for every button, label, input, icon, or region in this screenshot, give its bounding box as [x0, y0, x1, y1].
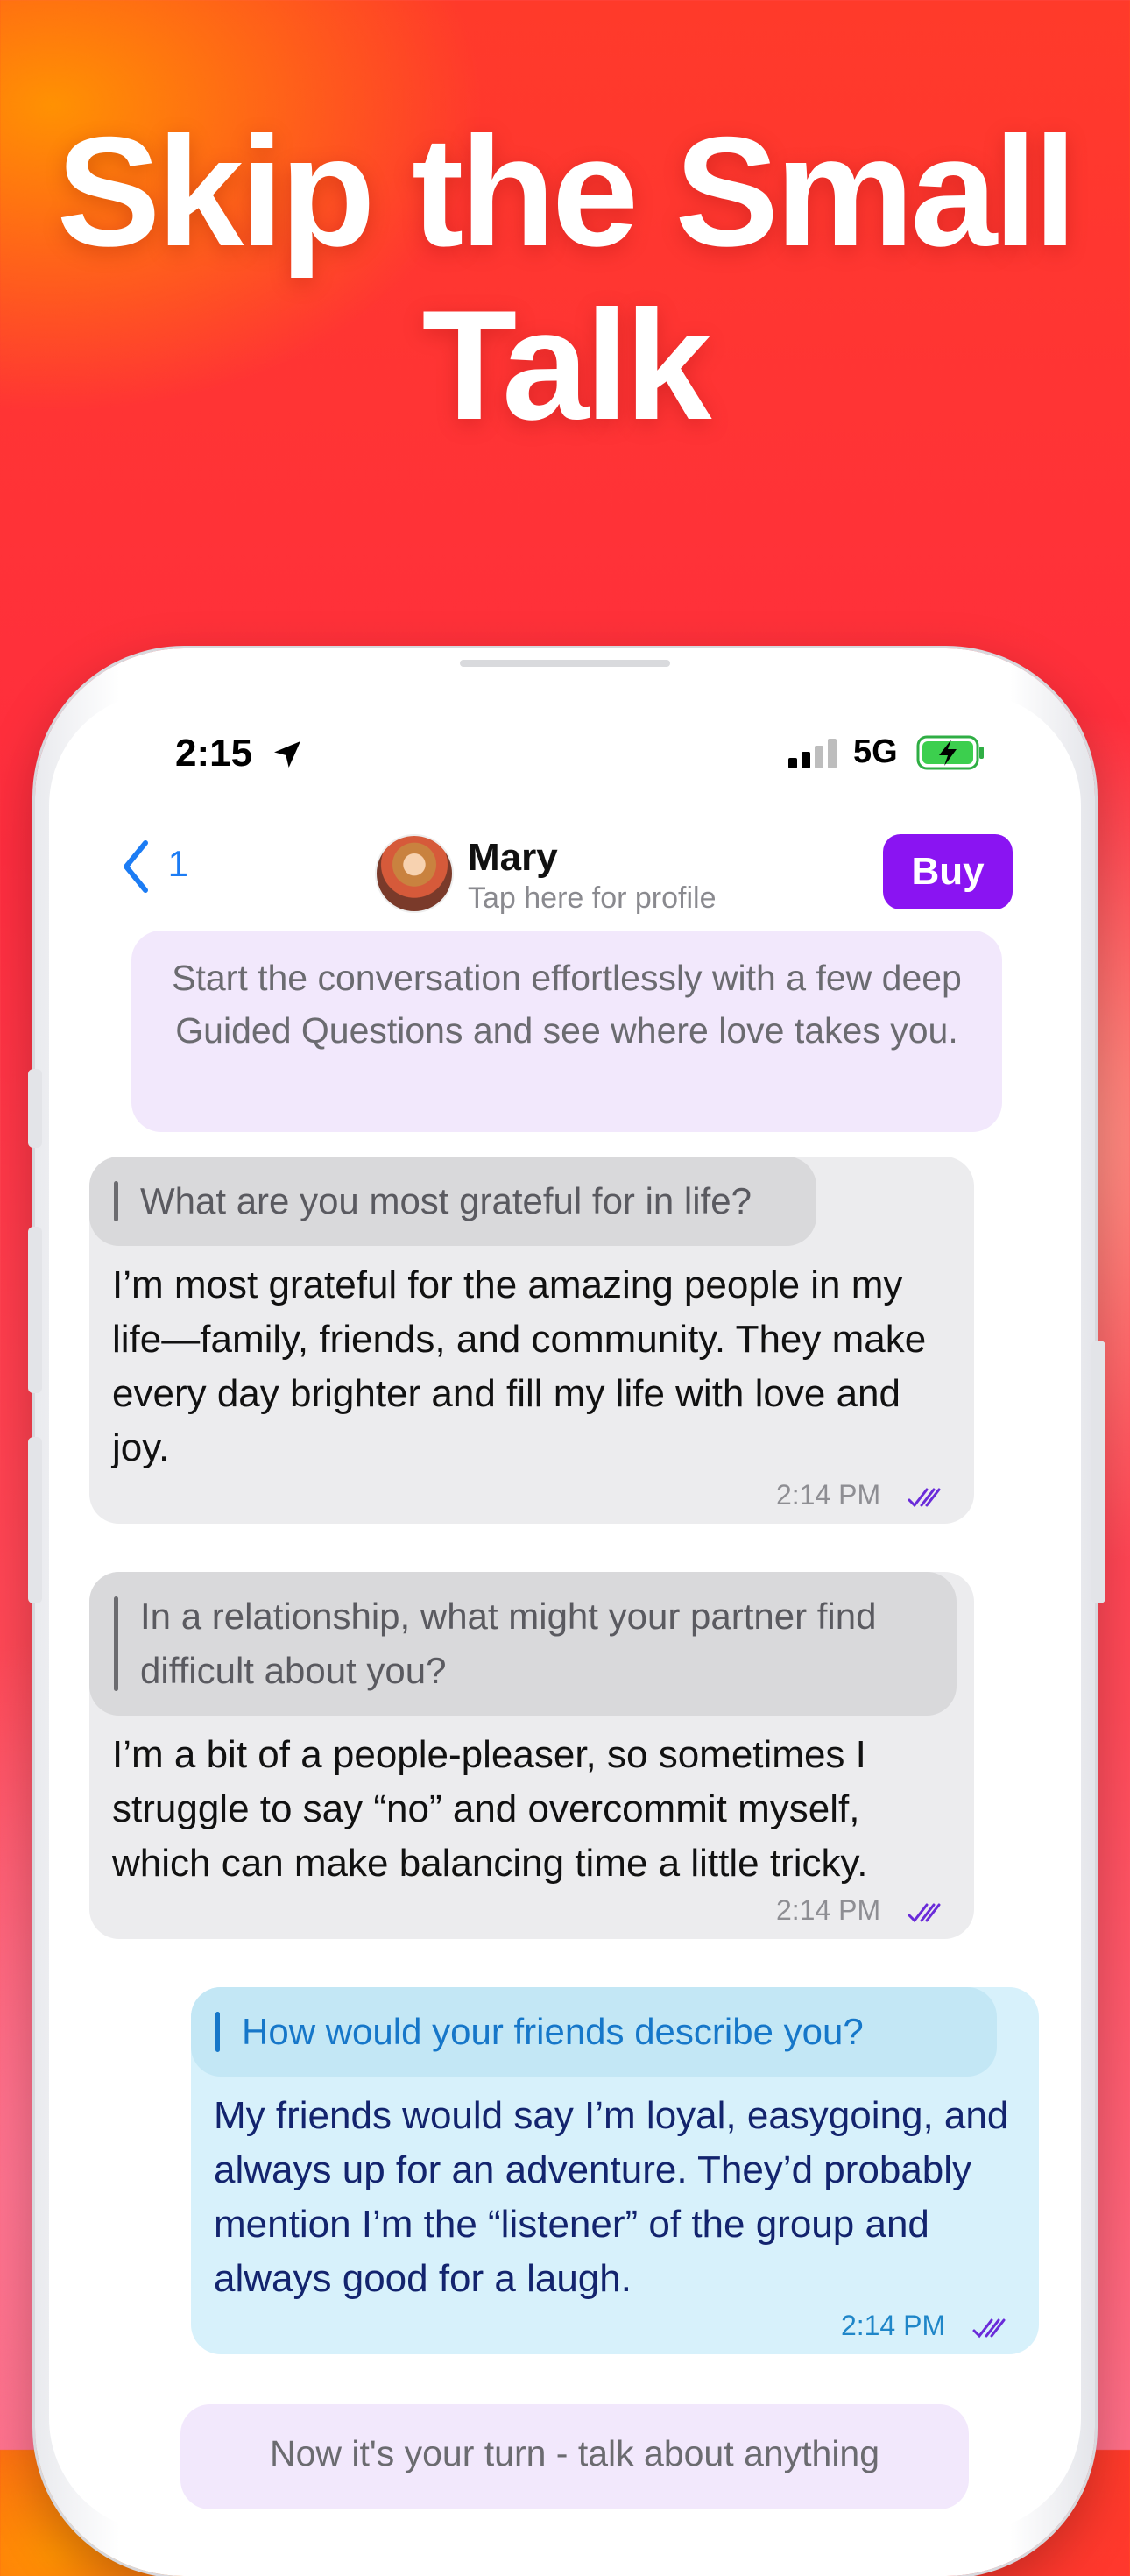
quoted-question: How would your friends describe you? [191, 1987, 997, 2077]
message-bubble-sent[interactable]: How would your friends describe you? My … [191, 1987, 1039, 2354]
message-bubble-received[interactable]: What are you most grateful for in life? … [89, 1157, 974, 1524]
phone-side-button [28, 1069, 42, 1148]
message-meta: 2:14 PM [89, 1891, 974, 1939]
phone-speaker [460, 660, 670, 667]
phone-power-button [1091, 1341, 1105, 1603]
cellular-signal-icon [788, 739, 839, 773]
message-time: 2:14 PM [775, 1894, 881, 1926]
quoted-question: What are you most grateful for in life? [89, 1157, 816, 1246]
chevron-left-icon [124, 840, 148, 893]
contact-profile-link[interactable]: Tap here for profile [468, 881, 717, 916]
headline: Skip the Small Talk [56, 104, 1077, 452]
message-meta: 2:14 PM [191, 2306, 1039, 2354]
message-meta: 2:14 PM [89, 1476, 974, 1524]
network-type: 5G [853, 733, 898, 770]
contact-name[interactable]: Mary [468, 836, 558, 880]
double-check-icon [972, 2318, 1006, 2338]
phone-screen: 2:15 5G 1 Mary Tap here for profile Buy … [49, 692, 1081, 2532]
status-time: 2:15 [175, 732, 253, 775]
buy-button[interactable]: Buy [883, 834, 1013, 909]
back-unread-count: 1 [167, 843, 189, 885]
message-bubble-received[interactable]: In a relationship, what might your partn… [89, 1572, 974, 1939]
phone-volume-down-button [28, 1437, 42, 1603]
guided-questions-banner: Start the conversation effortlessly with… [131, 931, 1002, 1132]
double-check-icon [908, 1488, 941, 1507]
message-text: I’m most grateful for the amazing people… [112, 1263, 927, 1469]
location-arrow-icon [270, 737, 305, 776]
battery-charging-icon [916, 735, 986, 775]
message-text: I’m a bit of a people-pleaser, so someti… [112, 1733, 868, 1885]
double-check-icon [908, 1903, 941, 1922]
contact-avatar[interactable] [375, 834, 454, 913]
quoted-question: In a relationship, what might your partn… [89, 1572, 957, 1716]
back-button[interactable]: 1 [121, 839, 188, 894]
phone-volume-up-button [28, 1227, 42, 1393]
message-time: 2:14 PM [840, 2310, 946, 2341]
chat-header: 1 Mary Tap here for profile Buy [49, 824, 1081, 920]
message-time: 2:14 PM [775, 1479, 881, 1511]
status-bar: 2:15 5G [49, 732, 1081, 784]
next-turn-banner: Now it's your turn - talk about anything [180, 2404, 969, 2509]
message-text: My friends would say I’m loyal, easygoin… [214, 2094, 1009, 2300]
